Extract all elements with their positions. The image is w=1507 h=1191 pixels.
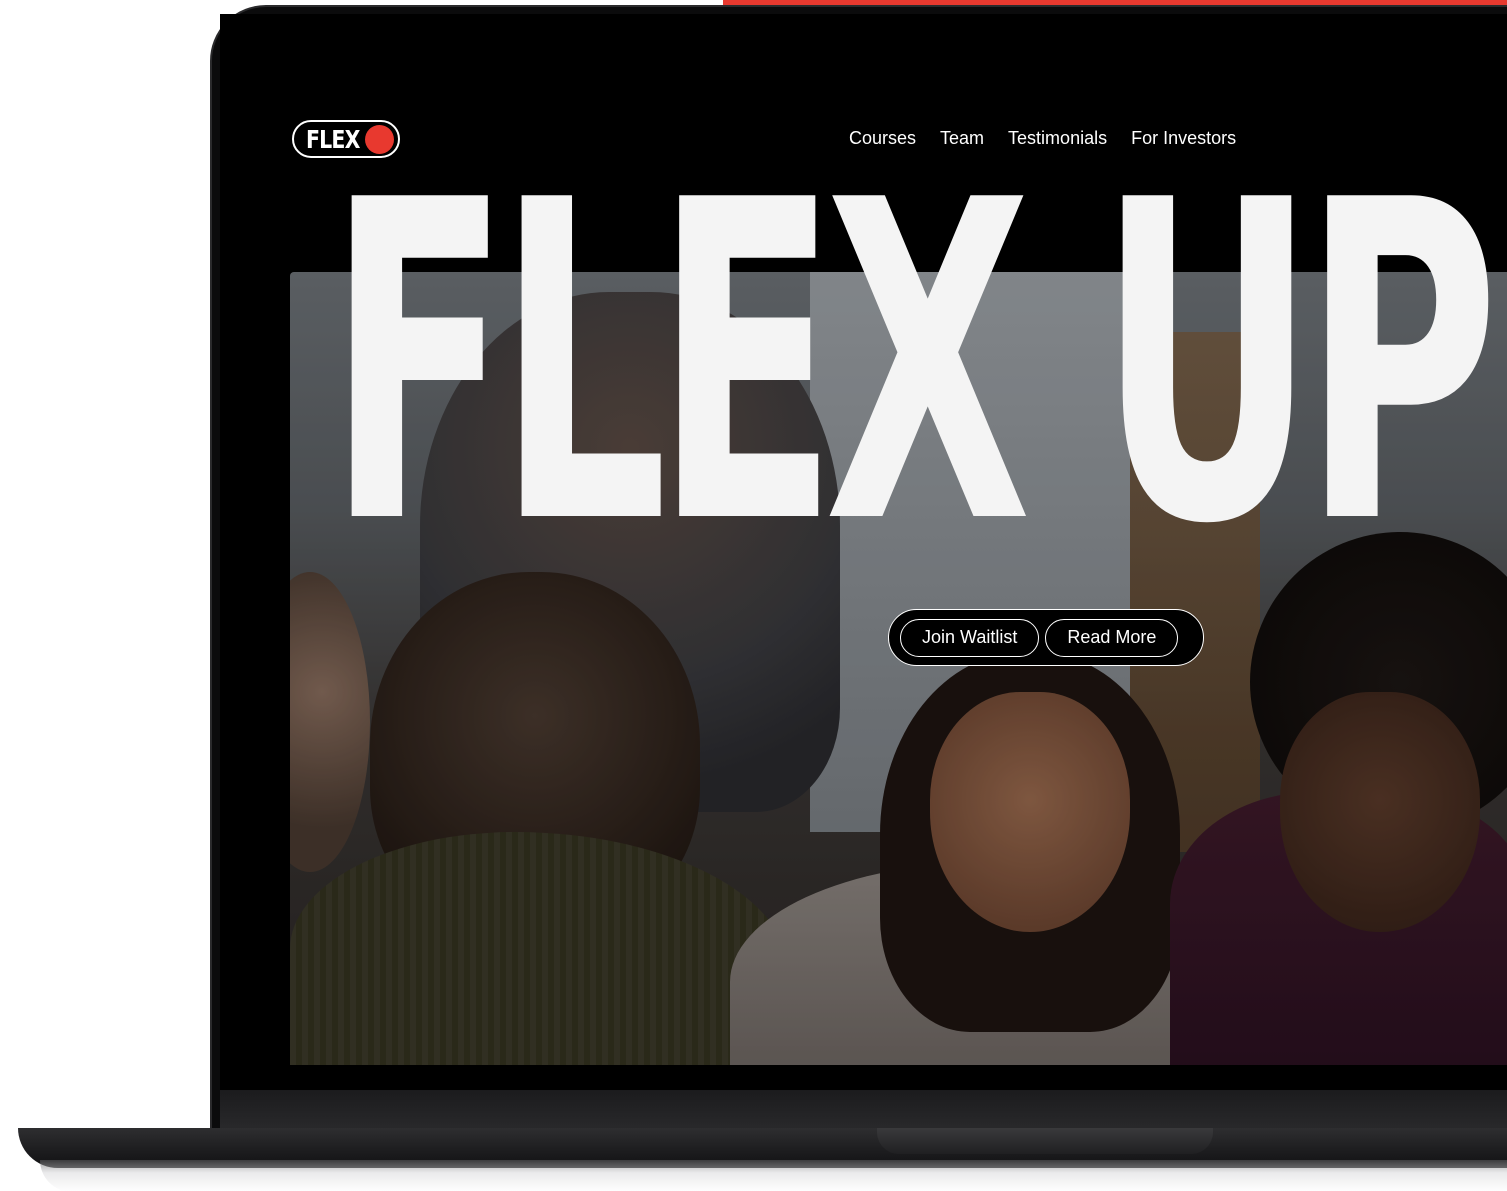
flex-logo[interactable]: FLEX xyxy=(292,120,400,158)
screen-bottom-bezel xyxy=(220,1090,1507,1132)
nav-link-courses[interactable]: Courses xyxy=(849,128,916,149)
hero-background-photo xyxy=(290,272,1507,1065)
nav-link-team[interactable]: Team xyxy=(940,128,984,149)
laptop-base-edge xyxy=(40,1160,1507,1191)
laptop-screen: FLEX UP FLEX Courses Team Testimonials F… xyxy=(220,14,1507,1090)
nav-links: Courses Team Testimonials For Investors xyxy=(849,128,1236,149)
laptop-open-notch xyxy=(877,1128,1213,1154)
hero-cta-group: Join Waitlist Read More xyxy=(888,609,1204,666)
logo-text: FLEX xyxy=(306,124,360,154)
logo-red-dot-icon xyxy=(365,125,394,154)
read-more-button[interactable]: Read More xyxy=(1045,618,1179,657)
laptop-mockup: FLEX UP FLEX Courses Team Testimonials F… xyxy=(0,0,1507,1191)
nav-link-for-investors[interactable]: For Investors xyxy=(1131,128,1236,149)
top-navigation: FLEX Courses Team Testimonials For Inves… xyxy=(220,14,1507,174)
nav-link-testimonials[interactable]: Testimonials xyxy=(1008,128,1107,149)
join-waitlist-button[interactable]: Join Waitlist xyxy=(900,618,1040,657)
